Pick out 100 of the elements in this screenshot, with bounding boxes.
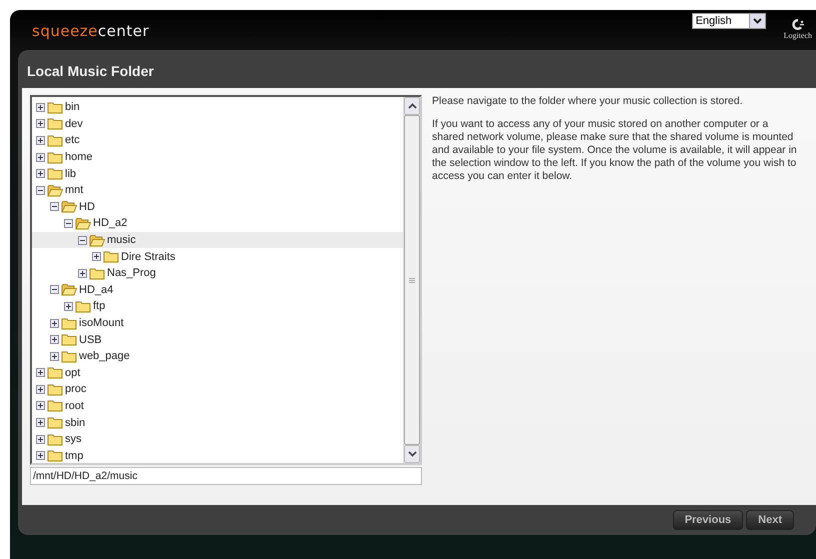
path-field[interactable]: /mnt/HD/HD_a2/music (30, 467, 422, 485)
tree-item[interactable]: bin (32, 99, 403, 116)
expand-icon[interactable] (36, 451, 45, 460)
nav-button[interactable]: Next (746, 510, 794, 530)
folder-icon (47, 399, 63, 412)
tree-item[interactable]: isoMount (32, 314, 403, 332)
tree-item[interactable]: USB (32, 331, 403, 348)
open-folder-icon (61, 200, 77, 214)
expand-icon[interactable] (36, 418, 45, 428)
language-select[interactable]: English (692, 13, 766, 29)
expand-icon[interactable] (36, 401, 45, 410)
folder-name: web_page (79, 350, 130, 362)
folder-name: proc (65, 383, 86, 396)
tree-item[interactable]: etc (32, 132, 403, 149)
folder-icon (47, 366, 63, 380)
folder-icon (47, 134, 63, 147)
folder-icon (47, 167, 63, 180)
help-text: If you want to access any of your music stored on another computer or a shared network volume, please make sure that the shared volume is mounted and available to your file system. Once the volume is available, it will appear in the selection window to the left. If you know the path of the volume you wish to access you can enter it below. (432, 118, 798, 183)
folder-icon (89, 266, 105, 280)
folder-name: HD (79, 200, 95, 213)
collapse-icon[interactable] (50, 202, 59, 212)
folder-name: USB (79, 334, 102, 346)
folder-icon (75, 300, 91, 313)
folder-name: opt (65, 366, 80, 379)
folder-icon (47, 432, 63, 446)
folder-name: sbin (65, 416, 86, 429)
open-folder-icon (61, 283, 77, 296)
folder-name: HD_a4 (79, 284, 114, 296)
folder-icon (47, 449, 63, 462)
folder-name: isoMount (79, 317, 124, 330)
folder-name: mnt (65, 184, 84, 196)
expand-icon[interactable] (36, 368, 45, 378)
folder-name: lib (65, 168, 76, 180)
expand-icon[interactable] (36, 434, 45, 444)
open-folder-icon (75, 216, 91, 230)
tree-item[interactable]: lib (32, 165, 403, 182)
tree-item[interactable]: HD_a2 (32, 215, 403, 232)
tree-item[interactable]: proc (32, 381, 403, 398)
collapse-icon[interactable] (50, 285, 59, 294)
logitech-logo-icon (790, 18, 805, 31)
folder-name: bin (65, 101, 80, 114)
scrollbar[interactable] (403, 97, 420, 463)
expand-icon[interactable] (36, 102, 45, 112)
tree-item[interactable]: HD (32, 198, 403, 216)
folder-name: Nas_Prog (107, 267, 156, 280)
grip-icon (409, 278, 415, 282)
expand-icon[interactable] (78, 268, 87, 278)
folder-name: home (65, 151, 93, 164)
tree-item[interactable]: sbin (32, 414, 403, 431)
collapse-icon[interactable] (78, 236, 87, 245)
tree-item[interactable]: home (32, 148, 403, 166)
open-folder-icon (89, 234, 105, 247)
tree-item[interactable]: mnt (32, 182, 403, 199)
expand-icon[interactable] (50, 352, 59, 361)
folder-name: sys (65, 433, 82, 446)
folder-name: dev (65, 118, 83, 130)
scroll-up-icon[interactable] (408, 103, 416, 109)
expand-icon[interactable] (36, 119, 45, 128)
folder-icon (47, 416, 63, 430)
folder-icon (47, 100, 63, 114)
folder-icon (61, 350, 77, 363)
brand-name: Logitech (784, 31, 812, 40)
open-folder-icon (47, 184, 63, 197)
expand-icon[interactable] (36, 152, 45, 162)
collapse-icon[interactable] (64, 218, 73, 228)
expand-icon[interactable] (64, 302, 73, 311)
tree-item[interactable]: ftp (32, 298, 403, 315)
tree-item[interactable]: Dire Straits (32, 248, 403, 265)
expand-icon[interactable] (36, 136, 45, 145)
folder-icon (47, 150, 63, 164)
panel-title: Local Music Folder (26, 62, 155, 81)
help-text: Please navigate to the folder where your music collection is stored. (432, 95, 744, 108)
folder-name: tmp (65, 450, 84, 462)
tree-item[interactable]: root (32, 398, 403, 414)
expand-icon[interactable] (50, 335, 59, 344)
folder-name: etc (65, 134, 80, 146)
tree-item[interactable]: sys (32, 430, 403, 448)
tree-item[interactable]: tmp (32, 447, 403, 464)
nav-button[interactable]: Previous (672, 510, 744, 530)
expand-icon[interactable] (36, 384, 45, 394)
collapse-icon[interactable] (36, 186, 45, 195)
folder-name: music (107, 234, 136, 246)
folder-name: ftp (93, 300, 106, 312)
folder-icon (47, 117, 63, 130)
tree-item[interactable]: Nas_Prog (32, 264, 403, 282)
tree-item[interactable]: web_page (32, 348, 403, 364)
folder-icon (61, 333, 77, 346)
tree-item[interactable]: opt (32, 364, 403, 382)
tree-item[interactable]: music (32, 232, 403, 248)
scroll-down-icon[interactable] (408, 451, 416, 457)
folder-icon (61, 316, 77, 330)
folder-name: HD_a2 (93, 217, 128, 230)
tree-item[interactable]: HD_a4 (32, 282, 403, 298)
folder-name: Dire Straits (121, 250, 176, 263)
folder-name: root (65, 400, 84, 412)
logo: squeezecenter (32, 22, 150, 40)
expand-icon[interactable] (92, 252, 101, 262)
expand-icon[interactable] (50, 318, 59, 328)
tree-item[interactable]: dev (32, 116, 403, 132)
expand-icon[interactable] (36, 169, 45, 178)
